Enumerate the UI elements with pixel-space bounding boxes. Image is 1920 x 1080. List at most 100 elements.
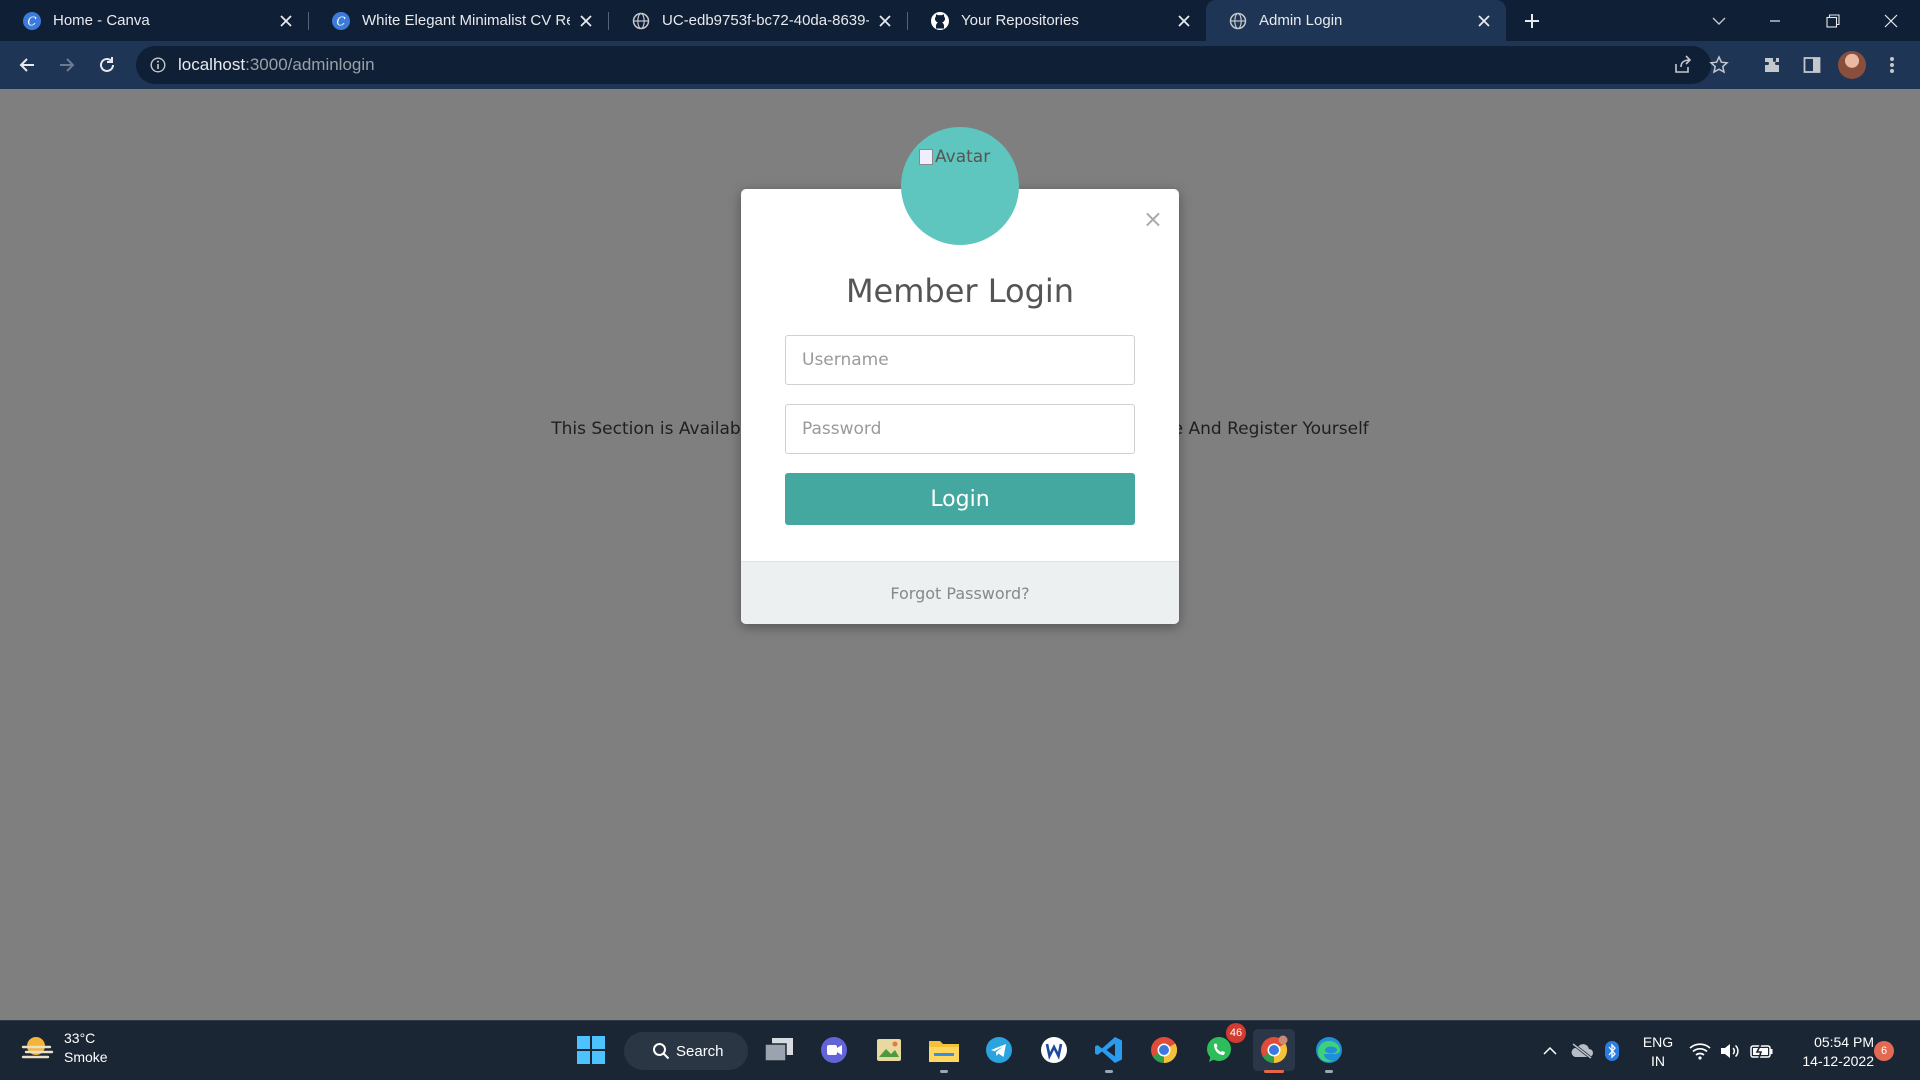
canva-icon: C [22, 11, 42, 31]
login-button[interactable]: Login [785, 473, 1135, 525]
battery-charging-icon[interactable] [1750, 1039, 1774, 1063]
browser-tab-strip: C Home - Canva C White Elegant Minimalis… [0, 0, 1920, 41]
edge-button[interactable] [1308, 1029, 1350, 1073]
teams-chat-icon [821, 1037, 847, 1063]
whatsapp-button[interactable]: 46 [1198, 1023, 1246, 1071]
start-button[interactable] [570, 1029, 612, 1071]
task-view-icon [764, 1038, 793, 1062]
language-indicator[interactable]: ENG IN [1638, 1033, 1678, 1071]
tab-title: Admin Login [1259, 12, 1343, 29]
avatar-image: Avatar [919, 147, 990, 167]
tab-home-canva[interactable]: C Home - Canva [0, 0, 308, 41]
login-modal: Avatar × Member Login Login Forgot Passw… [741, 127, 1179, 624]
volume-icon[interactable] [1718, 1039, 1742, 1063]
file-explorer-icon [929, 1041, 959, 1062]
whatsapp-unread-badge: 46 [1226, 1023, 1246, 1043]
canva-icon: C [331, 11, 351, 31]
photos-app-button[interactable] [868, 1029, 910, 1071]
close-icon [1884, 14, 1898, 27]
back-button[interactable] [11, 49, 43, 81]
weather-widget[interactable]: 33°C Smoke [20, 1029, 108, 1067]
system-clock[interactable]: 05:54 PM 14-12-2022 [1788, 1033, 1874, 1071]
svg-text:C: C [27, 14, 36, 28]
word-button[interactable] [1033, 1029, 1075, 1071]
url-host: localhost [178, 55, 246, 74]
plus-icon [1525, 14, 1539, 28]
clock-date: 14-12-2022 [1802, 1053, 1874, 1069]
arrow-right-icon [60, 58, 75, 72]
onedrive-offline-icon[interactable] [1570, 1039, 1594, 1063]
tab-title: White Elegant Minimalist CV Resu [362, 12, 570, 29]
tab-close-icon[interactable] [276, 11, 296, 31]
vscode-icon [1095, 1037, 1122, 1063]
telegram-icon [986, 1037, 1012, 1063]
reload-icon [100, 57, 114, 72]
chrome-button[interactable] [1143, 1029, 1185, 1071]
tab-close-icon[interactable] [1474, 11, 1494, 31]
url-path: :3000/adminlogin [245, 55, 375, 74]
avatar-alt-text: Avatar [935, 147, 991, 167]
taskbar-search[interactable]: Search [624, 1032, 748, 1070]
tab-cv-resume[interactable]: C White Elegant Minimalist CV Resu [309, 0, 608, 41]
weather-temperature: 33°C [64, 1030, 96, 1046]
wifi-icon[interactable] [1688, 1039, 1712, 1063]
search-icon [653, 1043, 670, 1060]
tab-close-icon[interactable] [875, 11, 895, 31]
tab-title: Your Repositories [961, 12, 1079, 29]
bluetooth-icon[interactable] [1600, 1039, 1624, 1063]
file-explorer-button[interactable] [923, 1029, 965, 1073]
tab-close-icon[interactable] [576, 11, 596, 31]
share-icon[interactable] [1668, 50, 1698, 80]
username-input[interactable] [785, 335, 1135, 385]
avatar: Avatar [901, 127, 1019, 245]
tab-your-repositories[interactable]: Your Repositories [908, 0, 1206, 41]
page-content: This Section is Availabe For NDRF Member… [0, 89, 1920, 1020]
reload-button[interactable] [91, 49, 123, 81]
info-icon[interactable] [148, 57, 168, 73]
edge-icon [1316, 1037, 1342, 1063]
search-label: Search [676, 1042, 724, 1060]
windows-logo-icon [577, 1036, 605, 1064]
weather-smoke-icon [21, 1037, 54, 1059]
windows-taskbar: 33°C Smoke Search 46 ENG IN 05:54 PM 14-… [0, 1020, 1920, 1080]
chevron-up-icon[interactable] [1538, 1039, 1562, 1063]
notification-badge[interactable]: 6 [1874, 1041, 1894, 1061]
word-icon [1041, 1037, 1067, 1063]
extensions-icon[interactable] [1756, 49, 1788, 81]
restore-button[interactable] [1810, 0, 1856, 41]
tab-search-button[interactable] [1696, 0, 1742, 41]
close-window-button[interactable] [1868, 0, 1914, 41]
broken-image-icon [919, 149, 933, 165]
chrome-profile-icon [1261, 1035, 1288, 1064]
language-code: ENG [1642, 1034, 1674, 1050]
photos-icon [877, 1039, 901, 1061]
profile-avatar[interactable] [1838, 51, 1866, 79]
vscode-button[interactable] [1088, 1029, 1130, 1073]
new-tab-button[interactable] [1518, 8, 1546, 34]
telegram-button[interactable] [978, 1029, 1020, 1071]
browser-menu-icon[interactable] [1876, 49, 1908, 81]
bookmark-star-icon[interactable] [1704, 50, 1734, 80]
address-bar[interactable]: localhost:3000/adminlogin [136, 46, 1729, 84]
modal-close-button[interactable]: × [1143, 207, 1163, 231]
arrow-left-icon [19, 58, 34, 72]
tab-close-icon[interactable] [1174, 11, 1194, 31]
teams-chat-button[interactable] [813, 1029, 855, 1071]
minimize-icon [1770, 19, 1780, 22]
modal-footer: Forgot Password? [741, 561, 1179, 624]
password-input[interactable] [785, 404, 1135, 454]
side-panel-icon[interactable] [1796, 49, 1828, 81]
globe-icon [631, 11, 651, 31]
forgot-password-link[interactable]: Forgot Password? [890, 584, 1029, 603]
tab-admin-login[interactable]: Admin Login [1206, 0, 1506, 41]
task-view-button[interactable] [758, 1029, 800, 1071]
tab-title: UC-edb9753f-bc72-40da-8639-4 [662, 12, 869, 29]
globe-icon [1228, 11, 1248, 31]
svg-text:C: C [336, 14, 345, 28]
chrome-profile-button[interactable] [1253, 1029, 1295, 1073]
tab-certificate[interactable]: UC-edb9753f-bc72-40da-8639-4 [609, 0, 907, 41]
forward-button[interactable] [51, 49, 83, 81]
minimize-button[interactable] [1752, 0, 1798, 41]
clock-time: 05:54 PM [1814, 1034, 1874, 1050]
github-icon [930, 11, 950, 31]
